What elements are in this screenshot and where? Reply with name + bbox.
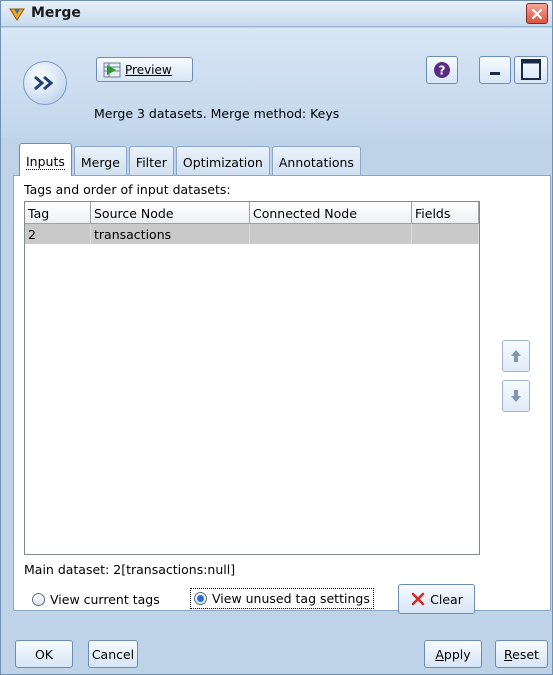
clear-label: Clear bbox=[430, 591, 463, 607]
input-datasets-table[interactable]: Tag Source Node Connected Node Fields 2 … bbox=[24, 201, 480, 555]
window-title: Merge bbox=[31, 5, 81, 21]
merge-node-icon bbox=[9, 8, 25, 21]
arrow-up-icon bbox=[511, 350, 521, 362]
arrow-down-icon bbox=[511, 390, 521, 402]
tab-inputs[interactable]: Inputs bbox=[19, 143, 72, 176]
cell-source-node: transactions bbox=[91, 224, 250, 244]
tab-optimization[interactable]: Optimization bbox=[175, 146, 270, 176]
column-header-connected-node[interactable]: Connected Node bbox=[250, 202, 412, 224]
preview-button[interactable]: Preview bbox=[96, 57, 193, 82]
tab-merge[interactable]: Merge bbox=[73, 146, 127, 176]
column-header-fields[interactable]: Fields bbox=[412, 202, 479, 224]
column-header-source-node[interactable]: Source Node bbox=[91, 202, 250, 224]
clear-button[interactable]: Clear bbox=[398, 584, 475, 614]
view-current-tags-radio[interactable] bbox=[32, 593, 45, 606]
preview-icon bbox=[103, 62, 121, 77]
help-icon: ? bbox=[434, 62, 450, 78]
view-unused-tag-settings-radio[interactable] bbox=[194, 592, 207, 605]
inputs-panel: Tags and order of input datasets: Tag So… bbox=[13, 175, 551, 614]
view-unused-tag-settings-option[interactable]: View unused tag settings bbox=[190, 588, 374, 609]
dialog-header: Preview ? Merge 3 datasets. Merge method… bbox=[1, 28, 552, 138]
apply-button[interactable]: Apply bbox=[424, 640, 482, 668]
move-down-button[interactable] bbox=[502, 380, 530, 412]
cancel-button[interactable]: Cancel bbox=[88, 640, 138, 668]
maximize-button[interactable] bbox=[514, 56, 548, 84]
merge-summary: Merge 3 datasets. Merge method: Keys bbox=[94, 106, 340, 121]
table-header: Tag Source Node Connected Node Fields bbox=[25, 202, 479, 224]
preview-label: Preview bbox=[125, 62, 172, 77]
tab-strip: Inputs Merge Filter Optimization Annotat… bbox=[19, 143, 363, 176]
inputs-heading: Tags and order of input datasets: bbox=[24, 182, 231, 197]
reset-button[interactable]: Reset bbox=[495, 640, 548, 668]
close-button[interactable] bbox=[526, 3, 548, 24]
main-dataset-label: Main dataset: 2[transactions:null] bbox=[24, 562, 236, 577]
clear-icon bbox=[411, 592, 425, 606]
merge-icon bbox=[23, 61, 67, 105]
ok-button[interactable]: OK bbox=[15, 640, 73, 668]
help-button[interactable]: ? bbox=[426, 56, 458, 84]
view-current-tags-label: View current tags bbox=[50, 592, 160, 607]
maximize-icon bbox=[521, 59, 541, 80]
minimize-button[interactable] bbox=[479, 56, 511, 84]
table-row[interactable]: 2 transactions bbox=[25, 224, 479, 244]
view-unused-tag-settings-label: View unused tag settings bbox=[212, 591, 370, 606]
column-header-tag[interactable]: Tag bbox=[25, 202, 91, 224]
tab-annotations[interactable]: Annotations bbox=[271, 146, 361, 176]
move-up-button[interactable] bbox=[502, 340, 530, 372]
title-bar[interactable]: Merge bbox=[1, 1, 552, 27]
cell-tag: 2 bbox=[25, 224, 91, 244]
cell-fields bbox=[412, 224, 479, 244]
tab-filter[interactable]: Filter bbox=[128, 146, 174, 176]
close-icon bbox=[531, 8, 543, 19]
view-current-tags-option[interactable]: View current tags bbox=[32, 592, 160, 607]
cell-connected-node bbox=[250, 224, 412, 244]
merge-dialog: Merge Preview ? Merge 3 datasets. Merge … bbox=[0, 0, 553, 675]
svg-text:?: ? bbox=[439, 64, 446, 78]
minimize-icon bbox=[490, 72, 500, 75]
